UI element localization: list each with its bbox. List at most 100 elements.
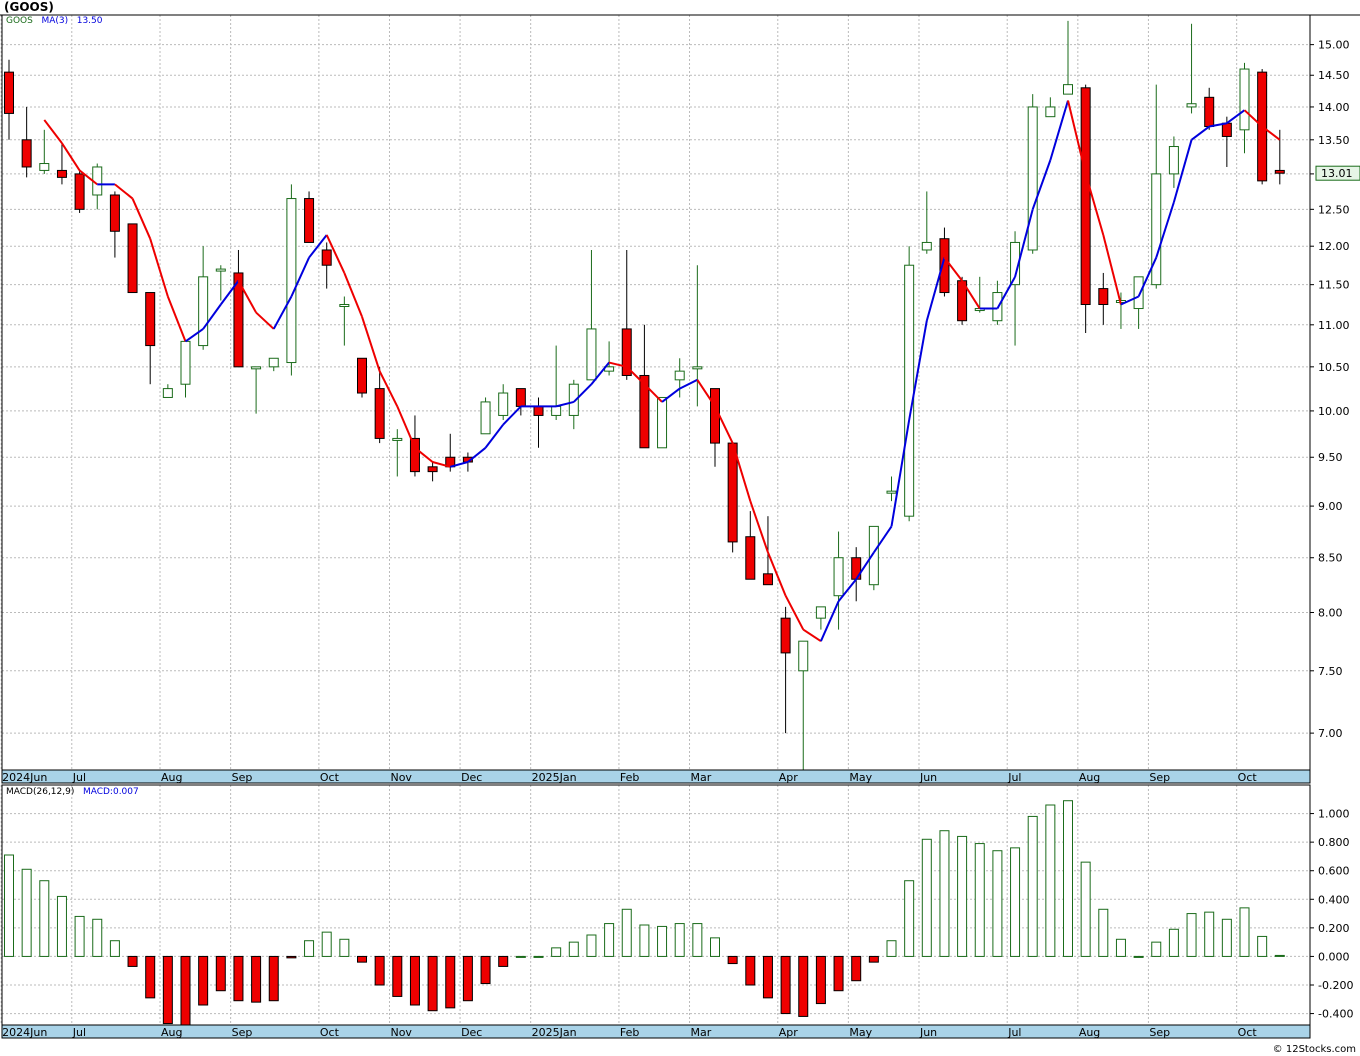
candle-body — [1045, 106, 1056, 118]
candle-body — [1204, 96, 1215, 128]
macd-bar — [568, 941, 579, 957]
candle-body — [780, 617, 791, 654]
ma-segment — [467, 447, 487, 463]
macd-bar — [304, 940, 315, 957]
candle-body — [127, 223, 138, 294]
macd-bar — [1045, 804, 1056, 957]
candle-body — [198, 276, 209, 347]
x-tick-label: Jul — [1007, 771, 1021, 784]
x-tick-label: 2025Jan — [532, 771, 577, 784]
price-y-tick-label: 9.50 — [1318, 451, 1343, 464]
macd-bar — [780, 955, 791, 1015]
price-y-tick-label: 15.00 — [1318, 39, 1350, 52]
candle-body — [357, 357, 367, 394]
candle-body — [321, 249, 332, 266]
macd-bar — [515, 955, 526, 958]
macd-bar — [286, 955, 297, 959]
macd-bar — [392, 955, 403, 997]
ma-segment — [802, 628, 822, 643]
ma-segment — [61, 142, 81, 171]
watermark: © 12Stocks.com — [1272, 1044, 1356, 1055]
macd-bar — [1204, 911, 1215, 957]
macd-bar — [833, 955, 844, 992]
candle-body — [833, 557, 844, 597]
macd-bar — [180, 955, 191, 1026]
price-y-tick-label: 8.50 — [1318, 552, 1343, 565]
x-tick-label: Jul — [1007, 1026, 1021, 1039]
candle-body — [109, 194, 120, 232]
macd-y-tick-label: 0.600 — [1318, 865, 1350, 878]
last-price-tag: 13.01 — [1321, 167, 1353, 180]
candle-body — [1080, 87, 1091, 306]
candlestick-series — [4, 20, 1285, 770]
macd-histogram — [4, 800, 1285, 1026]
candle-body — [39, 163, 50, 171]
candle-body — [480, 401, 491, 435]
macd-bar — [445, 955, 456, 1009]
macd-x-axis-band — [1, 1024, 1311, 1039]
candle-body — [1168, 146, 1179, 175]
ma-segment — [1190, 125, 1210, 141]
candle-body — [180, 340, 191, 385]
x-tick-label: Jul — [72, 1026, 86, 1039]
macd-bar — [533, 955, 544, 958]
ma-segment — [396, 406, 416, 449]
candle-body — [162, 388, 173, 398]
macd-bar — [1151, 941, 1162, 957]
macd-bar — [657, 925, 668, 957]
candle-body — [392, 437, 403, 441]
candle-body — [145, 292, 156, 347]
candle-body — [1274, 169, 1285, 174]
price-grid — [0, 15, 1310, 770]
candle-body — [586, 328, 597, 381]
candle-body — [1239, 68, 1250, 131]
macd-bar — [498, 955, 509, 967]
x-tick-label: Dec — [461, 1026, 482, 1039]
candle-body — [286, 198, 297, 364]
candle-body — [409, 437, 420, 473]
candle-body — [339, 304, 350, 308]
macd-bar — [4, 854, 14, 957]
macd-bar — [462, 955, 473, 1002]
candle-body — [815, 606, 826, 619]
candle-body — [4, 71, 14, 114]
x-tick-label: Sep — [1149, 771, 1170, 784]
x-tick-label: Oct — [320, 1026, 340, 1039]
macd-y-tick-label: -0.400 — [1318, 1008, 1353, 1021]
x-tick-label: Jun — [919, 771, 937, 784]
x-tick-label: May — [849, 1026, 872, 1039]
candle-body — [551, 405, 562, 416]
candle-body — [1221, 122, 1232, 137]
ma-segment — [149, 238, 169, 297]
macd-bar — [145, 955, 156, 999]
candle-body — [727, 442, 738, 543]
candle-body — [745, 536, 756, 580]
candle-body — [1063, 84, 1073, 95]
macd-bar — [745, 955, 756, 986]
macd-y-tick-label: 0.400 — [1318, 893, 1350, 906]
candle-body — [1027, 106, 1038, 251]
macd-y-tick-label: 0.000 — [1318, 950, 1350, 963]
price-y-tick-label: 13.50 — [1318, 134, 1350, 147]
price-x-axis-band — [1, 769, 1311, 784]
x-tick-label: Jul — [72, 771, 86, 784]
x-tick-label: 2024Jun — [2, 1026, 47, 1039]
macd-y-tick-label: 0.200 — [1318, 922, 1350, 935]
macd-bar — [621, 908, 632, 957]
macd-bar — [1186, 913, 1197, 957]
macd-y-tick-label: -0.200 — [1318, 979, 1353, 992]
x-tick-label: Oct — [1238, 771, 1258, 784]
macd-bar — [374, 955, 385, 986]
candle-body — [374, 388, 385, 439]
macd-bar — [674, 923, 685, 957]
macd-bar — [427, 955, 438, 1012]
candle-body — [304, 198, 315, 243]
x-tick-label: Aug — [1079, 771, 1100, 784]
macd-bar — [1027, 815, 1038, 957]
candle-body — [56, 169, 67, 178]
x-tick-label: 2025Jan — [532, 1026, 577, 1039]
x-tick-label: Aug — [161, 1026, 182, 1039]
macd-bar — [1168, 928, 1179, 957]
candle-body — [621, 328, 632, 376]
macd-bar — [1221, 918, 1232, 957]
